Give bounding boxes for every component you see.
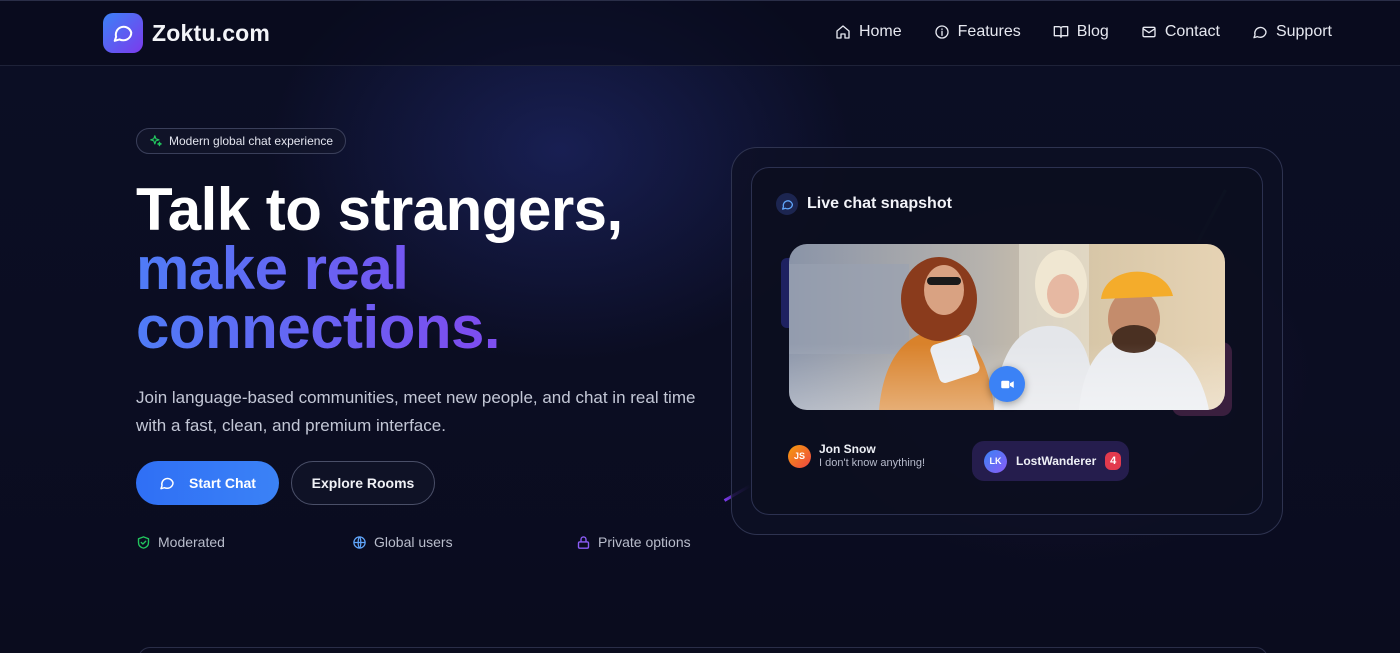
nav-features[interactable]: Features xyxy=(934,23,1021,41)
hero-title-line2: make real xyxy=(136,239,736,299)
hero-title-line3: connections. xyxy=(136,298,736,358)
feature-moderated-label: Moderated xyxy=(158,534,225,550)
hero-badge: Modern global chat experience xyxy=(136,128,347,154)
site-header: Zoktu.com Home Features Blog Contact Sup… xyxy=(0,0,1400,66)
mail-icon xyxy=(1142,26,1156,38)
user-name: Jon Snow xyxy=(819,442,876,456)
chat-user-jon-snow[interactable]: JS Jon Snow I don't know anything! xyxy=(788,442,925,470)
nav-contact[interactable]: Contact xyxy=(1141,23,1220,41)
nav-home[interactable]: Home xyxy=(835,23,902,41)
brand-name: Zoktu.com xyxy=(152,19,271,46)
main-nav: Home Features Blog Contact Support xyxy=(835,23,1332,41)
feature-private-options-label: Private options xyxy=(598,534,691,550)
globe-icon xyxy=(353,535,366,549)
explore-rooms-button[interactable]: Explore Rooms xyxy=(291,461,435,505)
video-call-button[interactable] xyxy=(989,366,1025,402)
chat-bubble-logo-icon xyxy=(103,13,143,53)
avatar: JS xyxy=(788,444,811,468)
nav-contact-label: Contact xyxy=(1164,23,1220,40)
next-section-edge xyxy=(138,647,1268,653)
feature-global-users: Global users xyxy=(352,534,453,550)
start-chat-button[interactable]: Start Chat xyxy=(136,461,279,505)
start-chat-label: Start Chat xyxy=(189,475,256,491)
feature-global-users-label: Global users xyxy=(374,534,453,550)
shield-check-icon xyxy=(137,535,150,549)
nav-features-label: Features xyxy=(957,23,1021,40)
hero-badge-label: Modern global chat experience xyxy=(169,134,334,148)
snapshot-title: Live chat snapshot xyxy=(807,195,952,212)
hero-title-line1: Talk to strangers, xyxy=(136,176,623,243)
book-icon xyxy=(1053,26,1069,38)
nav-blog[interactable]: Blog xyxy=(1053,23,1109,41)
user-name: LostWanderer xyxy=(1016,454,1097,468)
nav-support-label: Support xyxy=(1275,23,1332,40)
avatar: LK xyxy=(984,449,1007,473)
snapshot-header: Live chat snapshot xyxy=(776,193,952,215)
chat-icon xyxy=(776,193,798,215)
chat-icon xyxy=(160,477,174,490)
nav-home-label: Home xyxy=(858,23,902,40)
info-icon xyxy=(934,25,949,39)
chat-icon xyxy=(1253,26,1267,39)
user-message: I don't know anything! xyxy=(819,457,926,469)
unread-count-badge: 4 xyxy=(1105,452,1122,470)
hero-title: Talk to strangers, make real connections… xyxy=(136,176,736,358)
lock-icon xyxy=(577,535,590,549)
feature-moderated: Moderated xyxy=(136,534,225,550)
sparkles-icon xyxy=(150,135,162,147)
nav-support[interactable]: Support xyxy=(1252,23,1332,41)
video-camera-icon xyxy=(1000,380,1014,388)
brand-logo[interactable]: Zoktu.com xyxy=(103,13,270,53)
page: Zoktu.com Home Features Blog Contact Sup… xyxy=(0,0,1400,653)
explore-rooms-label: Explore Rooms xyxy=(311,475,415,491)
chat-user-lostwanderer[interactable]: LK LostWanderer 4 xyxy=(972,441,1129,481)
hero-description: Join language-based communities, meet ne… xyxy=(136,388,696,435)
feature-private-options: Private options xyxy=(576,534,691,550)
nav-blog-label: Blog xyxy=(1076,23,1109,40)
home-icon xyxy=(836,25,850,39)
